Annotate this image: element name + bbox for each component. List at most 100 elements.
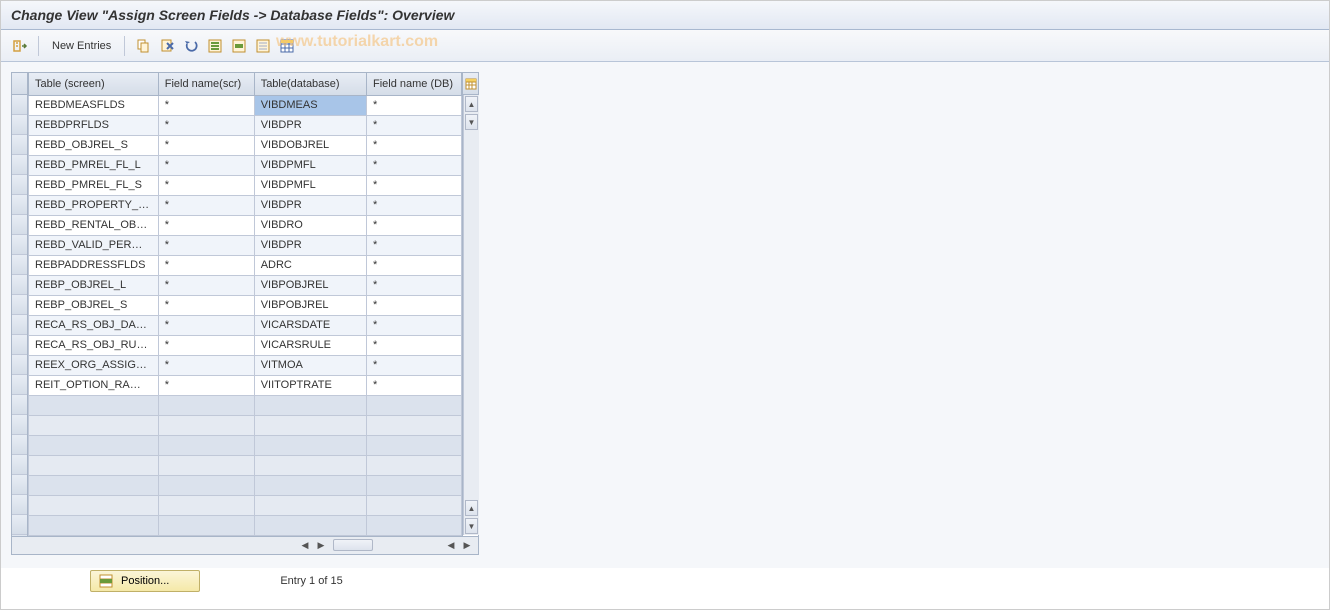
row-selector[interactable] (12, 315, 27, 335)
table-cell[interactable]: * (366, 175, 461, 195)
new-entries-button[interactable]: New Entries (48, 38, 115, 54)
table-row[interactable]: REBDPRFLDS*VIBDPR* (29, 115, 462, 135)
table-row[interactable]: REBD_VALID_PER…*VIBDPR* (29, 235, 462, 255)
column-header-field-scr[interactable]: Field name(scr) (158, 73, 254, 95)
row-selector[interactable] (12, 355, 27, 375)
table-cell[interactable]: * (366, 355, 461, 375)
deselect-all-icon[interactable] (254, 37, 272, 55)
row-selector[interactable] (12, 195, 27, 215)
table-row[interactable]: REBD_PMREL_FL_S*VIBDPMFL* (29, 175, 462, 195)
table-row[interactable]: RECA_RS_OBJ_DA…*VICARSDATE* (29, 315, 462, 335)
row-selector[interactable] (12, 95, 27, 115)
table-cell[interactable]: ADRC (254, 255, 366, 275)
table-cell[interactable]: REBDPRFLDS (29, 115, 159, 135)
table-cell[interactable]: * (158, 155, 254, 175)
table-cell[interactable]: * (366, 255, 461, 275)
table-cell[interactable]: REBP_OBJREL_L (29, 275, 159, 295)
column-header-field-db[interactable]: Field name (DB) (366, 73, 461, 95)
table-cell[interactable]: REBPADDRESSFLDS (29, 255, 159, 275)
table-cell[interactable]: VIBDPMFL (254, 175, 366, 195)
row-selector-header[interactable] (12, 73, 27, 95)
select-block-icon[interactable] (230, 37, 248, 55)
scroll-up-arrow[interactable]: ▲ (465, 96, 478, 112)
table-cell[interactable]: VIBDPMFL (254, 155, 366, 175)
table-row[interactable]: REBDMEASFLDS*VIBDMEAS* (29, 95, 462, 115)
table-cell[interactable]: REBP_OBJREL_S (29, 295, 159, 315)
table-row[interactable]: REBPADDRESSFLDS*ADRC* (29, 255, 462, 275)
scroll-down-arrow[interactable]: ▼ (465, 114, 478, 130)
table-cell[interactable]: * (158, 135, 254, 155)
table-cell[interactable]: * (366, 95, 461, 115)
row-selector[interactable] (12, 255, 27, 275)
table-cell[interactable]: RECA_RS_OBJ_DA… (29, 315, 159, 335)
table-cell[interactable]: REBD_VALID_PER… (29, 235, 159, 255)
scroll-down-arrow-bottom[interactable]: ▼ (465, 518, 478, 534)
table-cell[interactable]: * (366, 335, 461, 355)
table-cell[interactable]: VIBDPR (254, 115, 366, 135)
table-row[interactable]: REBP_OBJREL_S*VIBPOBJREL* (29, 295, 462, 315)
table-cell[interactable]: * (158, 235, 254, 255)
table-cell[interactable]: * (366, 275, 461, 295)
hscroll-left-arrow-2[interactable]: ◀ (444, 538, 458, 552)
table-settings-icon[interactable] (278, 37, 296, 55)
table-cell[interactable]: RECA_RS_OBJ_RU… (29, 335, 159, 355)
table-cell[interactable]: * (158, 275, 254, 295)
table-row[interactable]: REEX_ORG_ASSIG…*VITMOA* (29, 355, 462, 375)
undo-icon[interactable] (182, 37, 200, 55)
table-row[interactable]: REBD_OBJREL_S*VIBDOBJREL* (29, 135, 462, 155)
table-cell[interactable]: VITMOA (254, 355, 366, 375)
hscroll-right-arrow-2[interactable]: ▶ (460, 538, 474, 552)
select-all-icon[interactable] (206, 37, 224, 55)
row-selector[interactable] (12, 275, 27, 295)
table-cell[interactable]: REBD_PMREL_FL_S (29, 175, 159, 195)
row-selector[interactable] (12, 375, 27, 395)
row-selector[interactable] (12, 135, 27, 155)
table-cell[interactable]: REIT_OPTION_RA… (29, 375, 159, 395)
table-cell[interactable]: * (366, 195, 461, 215)
table-row[interactable]: REBD_PROPERTY_…*VIBDPR* (29, 195, 462, 215)
scroll-track[interactable] (465, 131, 478, 499)
table-cell[interactable]: VIBDPR (254, 235, 366, 255)
table-cell[interactable]: VIBDRO (254, 215, 366, 235)
hscroll-left-arrow[interactable]: ◀ (298, 538, 312, 552)
row-selector[interactable] (12, 155, 27, 175)
column-header-table-screen[interactable]: Table (screen) (29, 73, 159, 95)
position-button[interactable]: Position... (90, 570, 200, 592)
table-cell[interactable]: REBD_OBJREL_S (29, 135, 159, 155)
table-cell[interactable]: * (158, 255, 254, 275)
row-selector[interactable] (12, 175, 27, 195)
table-cell[interactable]: REEX_ORG_ASSIG… (29, 355, 159, 375)
table-cell[interactable]: VIITOPTRATE (254, 375, 366, 395)
column-header-table-db[interactable]: Table(database) (254, 73, 366, 95)
table-cell[interactable]: VIBPOBJREL (254, 275, 366, 295)
copy-icon[interactable] (134, 37, 152, 55)
table-row[interactable]: REBD_RENTAL_OB…*VIBDRO* (29, 215, 462, 235)
table-cell[interactable]: * (366, 295, 461, 315)
table-cell[interactable]: * (366, 375, 461, 395)
vertical-scrollbar[interactable]: ▲ ▼ ▲ ▼ (463, 95, 479, 535)
table-cell[interactable]: REBD_RENTAL_OB… (29, 215, 159, 235)
row-selector[interactable] (12, 295, 27, 315)
table-row[interactable]: RECA_RS_OBJ_RU…*VICARSRULE* (29, 335, 462, 355)
hscroll-right-arrow[interactable]: ▶ (314, 538, 328, 552)
table-cell[interactable]: * (158, 175, 254, 195)
table-cell[interactable]: * (366, 315, 461, 335)
table-cell[interactable]: * (158, 375, 254, 395)
table-row[interactable]: REIT_OPTION_RA…*VIITOPTRATE* (29, 375, 462, 395)
scroll-up-arrow-bottom[interactable]: ▲ (465, 500, 478, 516)
table-config-button[interactable] (463, 73, 478, 95)
table-cell[interactable]: VIBDOBJREL (254, 135, 366, 155)
table-cell[interactable]: REBD_PMREL_FL_L (29, 155, 159, 175)
table-cell[interactable]: * (158, 335, 254, 355)
table-cell[interactable]: REBDMEASFLDS (29, 95, 159, 115)
table-cell[interactable]: * (158, 95, 254, 115)
other-view-icon[interactable] (11, 37, 29, 55)
table-cell[interactable]: REBD_PROPERTY_… (29, 195, 159, 215)
row-selector[interactable] (12, 335, 27, 355)
table-cell[interactable]: * (366, 155, 461, 175)
table-cell[interactable]: * (366, 115, 461, 135)
table-cell[interactable]: * (366, 135, 461, 155)
row-selector[interactable] (12, 235, 27, 255)
table-cell[interactable]: * (158, 115, 254, 135)
table-cell[interactable]: VIBDMEAS (254, 95, 366, 115)
